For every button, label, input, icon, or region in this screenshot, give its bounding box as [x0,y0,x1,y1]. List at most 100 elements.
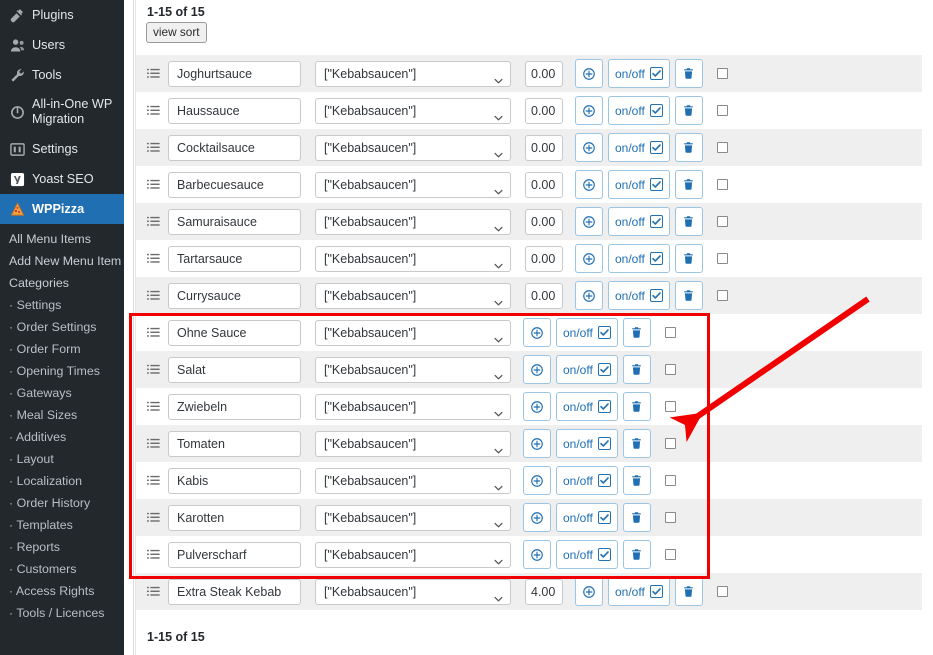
onoff-checkbox[interactable] [649,104,663,117]
add-circle-icon[interactable] [523,503,551,532]
sort-handle-icon[interactable] [142,548,164,561]
sidebar-subitem-settings[interactable]: · Settings [0,294,124,316]
add-circle-icon[interactable] [575,281,603,310]
category-select[interactable]: ["Kebabsaucen"] [315,430,511,457]
price-input[interactable]: 4.00 [525,578,563,605]
onoff-checkbox[interactable] [597,363,611,376]
sort-handle-icon[interactable] [142,511,164,524]
onoff-checkbox[interactable] [649,141,663,154]
sidebar-subitem-categories[interactable]: Categories [0,272,124,294]
item-name-input[interactable]: Tomaten [168,430,301,457]
sort-handle-icon[interactable] [142,474,164,487]
category-select[interactable]: ["Kebabsaucen"] [315,467,511,494]
add-circle-icon[interactable] [523,540,551,569]
sidebar-subitem-access-rights[interactable]: · Access Rights [0,580,124,602]
sidebar-item-yoast-seo[interactable]: Yoast SEO [0,164,124,194]
trash-icon[interactable] [674,577,703,606]
onoff-toggle[interactable]: on/off [608,96,670,125]
onoff-checkbox[interactable] [597,548,611,561]
sort-handle-icon[interactable] [142,141,164,154]
onoff-toggle[interactable]: on/off [556,540,618,569]
row-select-checkbox[interactable] [716,216,728,227]
row-select-checkbox[interactable] [664,549,676,560]
item-name-input[interactable]: Samuraisauce [168,208,301,235]
price-input[interactable]: 0.00 [525,245,563,272]
onoff-checkbox[interactable] [597,326,611,339]
sidebar-subitem-add-new-menu-item[interactable]: Add New Menu Item [0,250,124,272]
category-select[interactable]: ["Kebabsaucen"] [315,282,511,309]
item-name-input[interactable]: Tartarsauce [168,245,301,272]
onoff-toggle[interactable]: on/off [556,503,618,532]
item-name-input[interactable]: Barbecuesauce [168,171,301,198]
onoff-checkbox[interactable] [649,215,663,228]
onoff-toggle[interactable]: on/off [556,355,618,384]
trash-icon[interactable] [674,244,703,273]
sidebar-subitem-customers[interactable]: · Customers [0,558,124,580]
price-input[interactable]: 0.00 [525,171,563,198]
item-name-input[interactable]: Salat [168,356,301,383]
sort-handle-icon[interactable] [142,178,164,191]
trash-icon[interactable] [622,466,651,495]
trash-icon[interactable] [622,318,651,347]
trash-icon[interactable] [674,207,703,236]
onoff-checkbox[interactable] [597,511,611,524]
price-input[interactable]: 0.00 [525,282,563,309]
trash-icon[interactable] [674,59,703,88]
trash-icon[interactable] [674,170,703,199]
row-select-checkbox[interactable] [716,142,728,153]
price-input[interactable]: 0.00 [525,97,563,124]
category-select[interactable]: ["Kebabsaucen"] [315,504,511,531]
add-circle-icon[interactable] [523,466,551,495]
onoff-checkbox[interactable] [649,178,663,191]
sidebar-item-users[interactable]: Users [0,30,124,60]
sidebar-subitem-layout[interactable]: · Layout [0,448,124,470]
onoff-toggle[interactable]: on/off [608,133,670,162]
sidebar-subitem-reports[interactable]: · Reports [0,536,124,558]
trash-icon[interactable] [622,429,651,458]
trash-icon[interactable] [674,133,703,162]
onoff-toggle[interactable]: on/off [556,466,618,495]
sidebar-subitem-gateways[interactable]: · Gateways [0,382,124,404]
category-select[interactable]: ["Kebabsaucen"] [315,319,511,346]
onoff-checkbox[interactable] [597,474,611,487]
sort-handle-icon[interactable] [142,67,164,80]
sidebar-subitem-additives[interactable]: · Additives [0,426,124,448]
category-select[interactable]: ["Kebabsaucen"] [315,134,511,161]
sidebar-subitem-localization[interactable]: · Localization [0,470,124,492]
item-name-input[interactable]: Ohne Sauce [168,319,301,346]
category-select[interactable]: ["Kebabsaucen"] [315,171,511,198]
item-name-input[interactable]: Kabis [168,467,301,494]
row-select-checkbox[interactable] [664,401,676,412]
onoff-checkbox[interactable] [649,585,663,598]
sidebar-subitem-order-history[interactable]: · Order History [0,492,124,514]
item-name-input[interactable]: Cocktailsauce [168,134,301,161]
category-select[interactable]: ["Kebabsaucen"] [315,393,511,420]
sort-handle-icon[interactable] [142,289,164,302]
add-circle-icon[interactable] [575,170,603,199]
add-circle-icon[interactable] [575,96,603,125]
category-select[interactable]: ["Kebabsaucen"] [315,541,511,568]
category-select[interactable]: ["Kebabsaucen"] [315,97,511,124]
row-select-checkbox[interactable] [716,253,728,264]
trash-icon[interactable] [674,281,703,310]
onoff-toggle[interactable]: on/off [608,59,670,88]
sidebar-subitem-all-menu-items[interactable]: All Menu Items [0,228,124,250]
sort-handle-icon[interactable] [142,104,164,117]
category-select[interactable]: ["Kebabsaucen"] [315,208,511,235]
add-circle-icon[interactable] [575,59,603,88]
add-circle-icon[interactable] [575,244,603,273]
trash-icon[interactable] [622,392,651,421]
price-input[interactable]: 0.00 [525,60,563,87]
row-select-checkbox[interactable] [716,105,728,116]
sort-handle-icon[interactable] [142,437,164,450]
sort-handle-icon[interactable] [142,252,164,265]
row-select-checkbox[interactable] [664,512,676,523]
onoff-toggle[interactable]: on/off [556,318,618,347]
onoff-checkbox[interactable] [597,400,611,413]
sidebar-item-plugins[interactable]: Plugins [0,0,124,30]
trash-icon[interactable] [622,503,651,532]
sidebar-subitem-order-settings[interactable]: · Order Settings [0,316,124,338]
item-name-input[interactable]: Joghurtsauce [168,60,301,87]
sort-handle-icon[interactable] [142,585,164,598]
price-input[interactable]: 0.00 [525,208,563,235]
